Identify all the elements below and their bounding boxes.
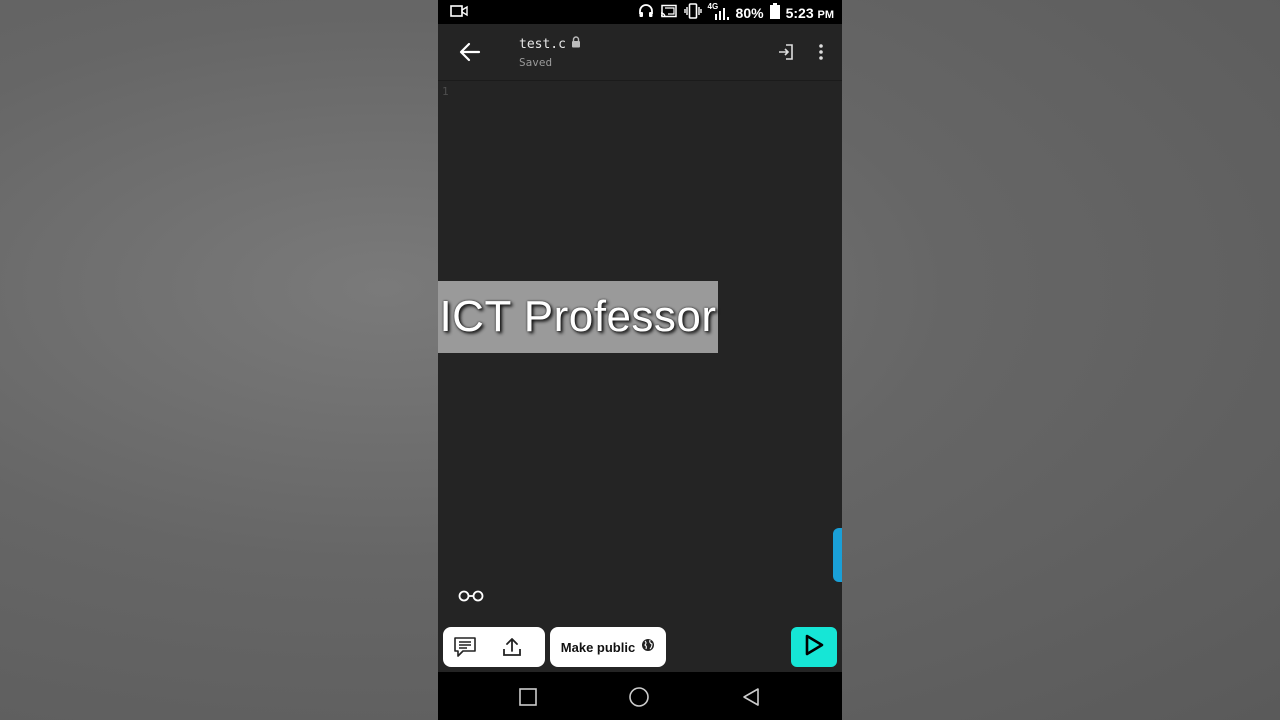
status-bar: 4G 80% 5:23 PM	[438, 0, 842, 24]
back-arrow-icon[interactable]	[456, 38, 484, 66]
make-public-button[interactable]: Make public	[550, 627, 666, 667]
clock-ampm: PM	[817, 8, 835, 21]
play-icon	[802, 633, 826, 662]
comment-upload-group	[443, 627, 545, 667]
vibrate-icon	[683, 3, 702, 22]
home-circle-icon[interactable]	[628, 686, 650, 708]
watermark-text: ICT Professor	[439, 292, 717, 341]
battery-percent: 80%	[735, 4, 764, 21]
comment-icon[interactable]	[453, 636, 477, 658]
app-bar: test.c Saved	[438, 24, 842, 81]
code-editor[interactable]: 1 ICT Professor Make public	[438, 81, 842, 671]
recents-square-icon[interactable]	[517, 686, 539, 708]
save-status: Saved	[519, 56, 553, 69]
cast-icon	[660, 4, 678, 22]
glasses-icon[interactable]	[456, 586, 486, 606]
navigation-bar	[438, 672, 842, 720]
battery-icon	[769, 3, 780, 22]
file-title[interactable]: test.c	[519, 36, 582, 52]
phone-screen: 4G 80% 5:23 PM test.c Saved 1 ICT Profes…	[438, 0, 842, 720]
back-triangle-icon[interactable]	[740, 686, 762, 708]
clock-time: 5:23	[785, 4, 814, 21]
signal-icon: 4G	[708, 2, 730, 21]
enter-icon[interactable]	[776, 42, 796, 62]
globe-icon	[641, 638, 655, 657]
make-public-label: Make public	[560, 639, 636, 655]
upload-icon[interactable]	[501, 636, 523, 658]
scroll-handle[interactable]	[833, 528, 842, 582]
headphones-icon	[638, 3, 654, 22]
watermark-banner: ICT Professor	[438, 281, 718, 353]
run-button[interactable]	[791, 627, 837, 667]
video-record-icon	[450, 4, 468, 21]
filename-label: test.c	[519, 36, 566, 52]
clock: 5:23 PM	[786, 5, 834, 21]
more-vert-icon[interactable]	[814, 42, 828, 62]
line-number: 1	[442, 85, 449, 98]
lock-icon	[570, 36, 582, 52]
